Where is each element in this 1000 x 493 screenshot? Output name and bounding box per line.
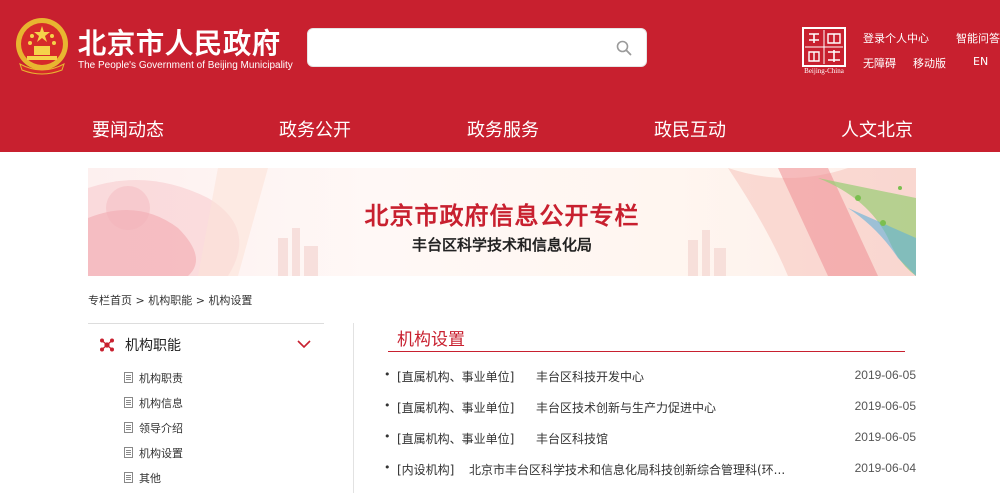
section-title-underline bbox=[388, 351, 905, 352]
site-header: 北京市人民政府 The People's Government of Beiji… bbox=[0, 0, 1000, 152]
sidebar-item-duties[interactable]: 机构职责 bbox=[124, 368, 304, 388]
breadcrumb-current: 机构设置 bbox=[208, 294, 253, 307]
sidebar-item-label: 机构信息 bbox=[139, 397, 183, 410]
nav-item-news[interactable]: 要闻动态 bbox=[92, 116, 164, 142]
nav-item-gov-services[interactable]: 政务服务 bbox=[467, 116, 539, 142]
breadcrumb-functions[interactable]: 机构职能 bbox=[148, 294, 192, 307]
sidebar-divider bbox=[88, 323, 324, 324]
sidebar-item-label: 机构职责 bbox=[139, 372, 183, 385]
list-item-category: [直属机构、事业单位] bbox=[397, 370, 515, 384]
list-item[interactable]: • [内设机构] 北京市丰台区科学技术和信息化局科技创新综合管理科(环... 2… bbox=[384, 459, 916, 479]
sidebar-item-label: 机构设置 bbox=[139, 447, 183, 460]
banner-subtitle: 丰台区科学技术和信息化局 bbox=[411, 236, 592, 254]
document-icon bbox=[124, 422, 133, 433]
list-item[interactable]: • [直属机构、事业单位] 丰台区技术创新与生产力促进中心 2019-06-05 bbox=[384, 397, 916, 417]
list-item-title[interactable]: 丰台区技术创新与生产力促进中心 bbox=[536, 399, 836, 416]
list-item-date: 2019-06-05 bbox=[854, 399, 916, 413]
search-box bbox=[307, 28, 647, 67]
nav-item-culture[interactable]: 人文北京 bbox=[841, 116, 913, 142]
list-item-title[interactable]: 北京市丰台区科学技术和信息化局科技创新综合管理科(环... bbox=[469, 461, 819, 478]
sidebar-item-leaders[interactable]: 领导介绍 bbox=[124, 418, 304, 438]
list-item[interactable]: • [直属机构、事业单位] 丰台区科技开发中心 2019-06-05 bbox=[384, 366, 916, 386]
list-item-date: 2019-06-04 bbox=[854, 461, 916, 475]
list-item-date: 2019-06-05 bbox=[854, 368, 916, 382]
seal-caption: Beijing-China bbox=[804, 67, 844, 75]
chevron-down-icon[interactable] bbox=[296, 338, 312, 350]
search-icon[interactable] bbox=[616, 40, 632, 56]
banner-title: 北京市政府信息公开专栏 bbox=[364, 202, 640, 230]
bullet-icon: • bbox=[384, 368, 391, 381]
breadcrumb-separator: > bbox=[195, 294, 205, 307]
bullet-icon: • bbox=[384, 430, 391, 443]
banner: 北京市政府信息公开专栏 丰台区科学技术和信息化局 bbox=[88, 168, 916, 276]
list-item[interactable]: • [直属机构、事业单位] 丰台区科技馆 2019-06-05 bbox=[384, 428, 916, 448]
site-subtitle: The People's Government of Beijing Munic… bbox=[78, 60, 293, 71]
list-item-category: [直属机构、事业单位] bbox=[397, 432, 515, 446]
bullet-icon: • bbox=[384, 399, 391, 412]
column-divider bbox=[353, 323, 354, 493]
breadcrumb-home[interactable]: 专栏首页 bbox=[88, 294, 132, 307]
nav-item-gov-affairs-open[interactable]: 政务公开 bbox=[279, 116, 351, 142]
list-item-category: [内设机构] bbox=[397, 463, 455, 477]
breadcrumb-separator: > bbox=[135, 294, 145, 307]
sidebar-item-label: 领导介绍 bbox=[139, 422, 183, 435]
network-icon bbox=[100, 338, 114, 352]
sidebar-item-info[interactable]: 机构信息 bbox=[124, 393, 304, 413]
sidebar-section-toggle[interactable]: 机构职能 bbox=[88, 331, 324, 363]
document-icon bbox=[124, 372, 133, 383]
list-item-category: [直属机构、事业单位] bbox=[397, 401, 515, 415]
list-item-title[interactable]: 丰台区科技馆 bbox=[536, 430, 836, 447]
login-link[interactable]: 登录个人中心 bbox=[863, 30, 929, 46]
list-item-date: 2019-06-05 bbox=[854, 430, 916, 444]
bullet-icon: • bbox=[384, 461, 391, 474]
breadcrumb: 专栏首页 > 机构职能 > 机构设置 bbox=[88, 292, 252, 308]
lang-link[interactable]: EN bbox=[973, 55, 988, 68]
qa-link[interactable]: 智能问答 bbox=[956, 30, 1000, 46]
nav-item-interaction[interactable]: 政民互动 bbox=[654, 116, 726, 142]
sidebar-item-structure[interactable]: 机构设置 bbox=[124, 443, 304, 463]
document-icon bbox=[124, 447, 133, 458]
sidebar: 机构职能 机构职责 机构信息 领导介绍 机构设置 其他 bbox=[88, 323, 324, 493]
accessible-link[interactable]: 无障碍 bbox=[863, 55, 896, 71]
sidebar-item-other[interactable]: 其他 bbox=[124, 468, 304, 488]
sidebar-heading: 机构职能 bbox=[125, 338, 181, 354]
site-title[interactable]: 北京市人民政府 bbox=[78, 22, 281, 62]
document-icon bbox=[124, 472, 133, 483]
list-item-title[interactable]: 丰台区科技开发中心 bbox=[536, 368, 836, 385]
main-nav: 要闻动态 政务公开 政务服务 政民互动 人文北京 bbox=[0, 104, 1000, 152]
mobile-link[interactable]: 移动版 bbox=[913, 55, 946, 71]
document-icon bbox=[124, 397, 133, 408]
national-emblem-icon[interactable] bbox=[14, 16, 70, 76]
sidebar-item-label: 其他 bbox=[139, 472, 161, 485]
search-input[interactable] bbox=[308, 29, 598, 66]
section-title: 机构设置 bbox=[397, 330, 465, 350]
